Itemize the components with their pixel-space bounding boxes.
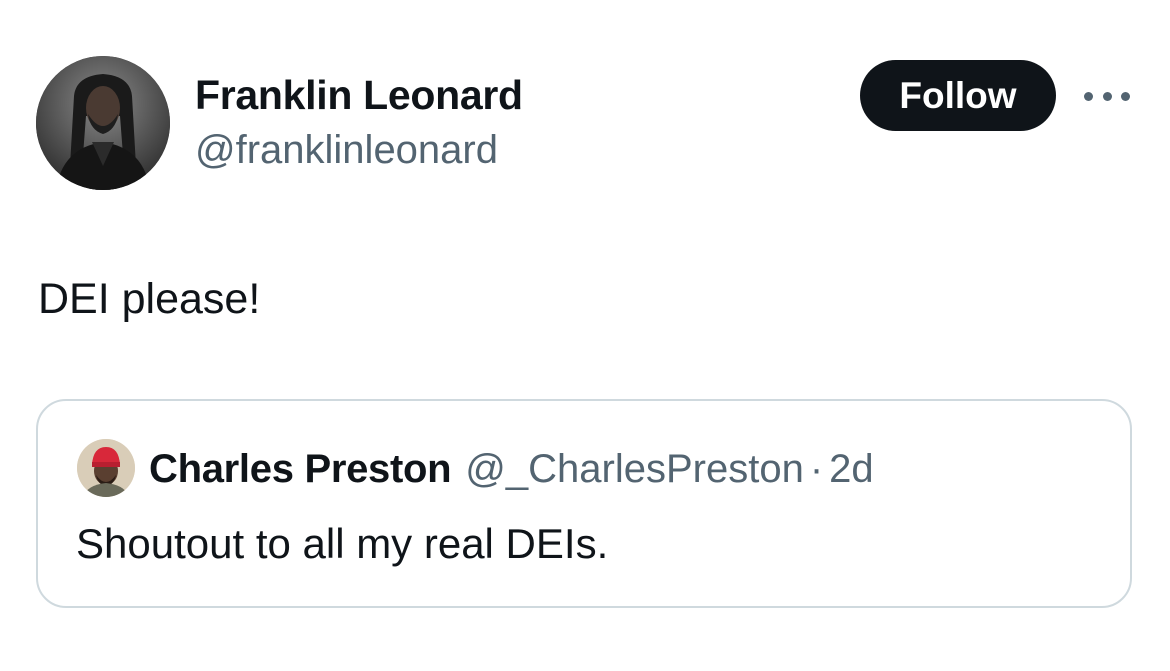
quote-separator: · bbox=[809, 446, 824, 491]
quote-author-name[interactable]: Charles Preston bbox=[149, 447, 452, 492]
quote-header: Charles Preston @_CharlesPreston · 2d bbox=[149, 441, 874, 497]
more-dot bbox=[1084, 91, 1093, 101]
quote-tweet-card[interactable]: Charles Preston @_CharlesPreston · 2d Sh… bbox=[36, 399, 1132, 608]
author-handle[interactable]: @franklinleonard bbox=[195, 126, 498, 174]
quote-text: Shoutout to all my real DEIs. bbox=[76, 520, 609, 567]
more-dot bbox=[1102, 91, 1112, 101]
follow-button[interactable]: Follow bbox=[860, 60, 1056, 131]
more-options-icon[interactable] bbox=[1084, 82, 1130, 110]
author-avatar-image bbox=[36, 56, 170, 190]
author-name[interactable]: Franklin Leonard bbox=[195, 70, 523, 120]
tweet: Franklin Leonard @franklinleonard Follow… bbox=[0, 0, 1170, 671]
more-dot bbox=[1121, 91, 1130, 101]
quote-author-avatar[interactable] bbox=[77, 439, 135, 497]
author-avatar[interactable] bbox=[36, 56, 170, 190]
quote-timestamp[interactable]: 2d bbox=[829, 447, 874, 492]
quote-author-handle[interactable]: @_CharlesPreston bbox=[465, 447, 804, 492]
quote-author-avatar-image bbox=[77, 439, 135, 497]
tweet-text: DEI please! bbox=[38, 275, 261, 323]
